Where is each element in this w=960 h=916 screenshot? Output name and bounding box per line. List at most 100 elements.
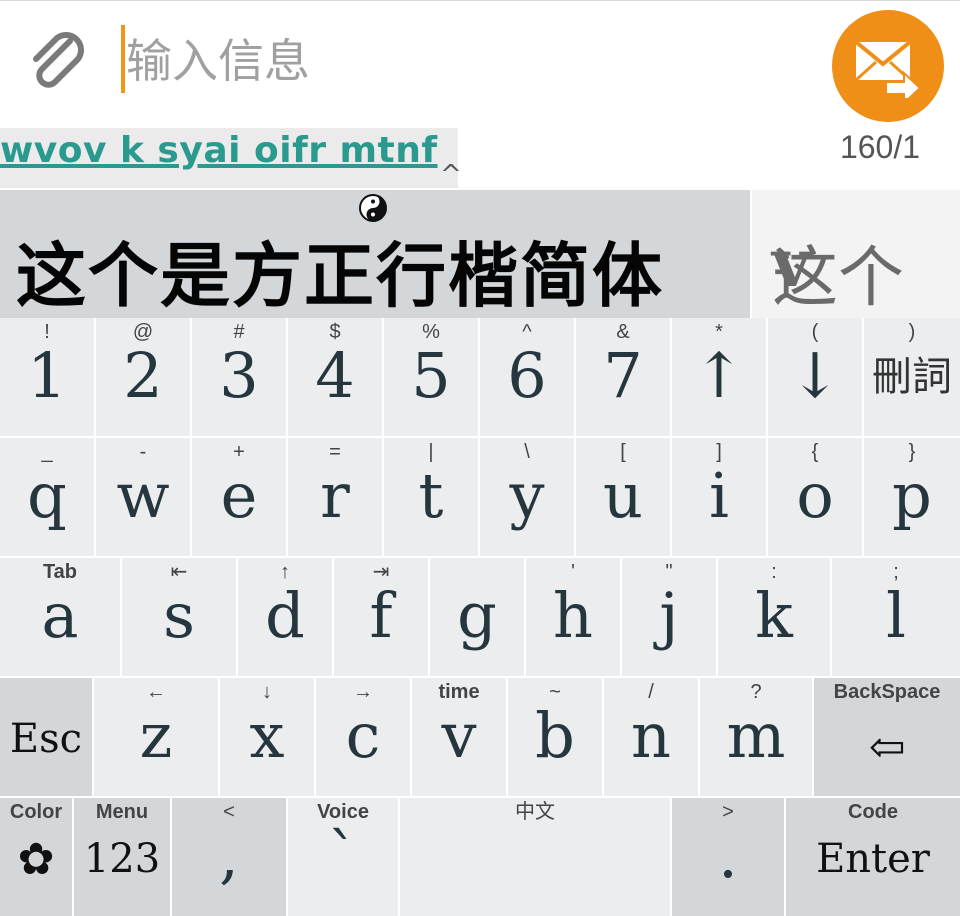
key-label: 123 — [83, 836, 161, 882]
key-e[interactable]: + e — [192, 438, 286, 556]
key-label: 2 — [123, 339, 163, 412]
key-label: ↑ — [693, 339, 745, 412]
key-label: p — [892, 459, 932, 532]
char-counter: 160/1 — [839, 129, 921, 165]
key-alt-label: Color — [9, 801, 63, 823]
key-alt-label: BackSpace — [833, 681, 941, 703]
backspace-arrow-icon: ⇦ — [868, 722, 906, 773]
key-delete-word[interactable]: ) 刪詞 — [864, 318, 960, 436]
key-s[interactable]: ⇤ s — [122, 558, 236, 676]
key-h[interactable]: ' h — [526, 558, 620, 676]
key-4[interactable]: $4 — [288, 318, 382, 436]
key-comma[interactable]: <, — [172, 798, 286, 916]
key-label: b — [535, 699, 575, 772]
key-3[interactable]: #3 — [192, 318, 286, 436]
key-r[interactable]: = r — [288, 438, 382, 556]
key-label: 1 — [27, 339, 67, 412]
key-label: z — [139, 699, 173, 772]
key-label: d — [265, 579, 305, 652]
key-f[interactable]: ⇥ f — [334, 558, 428, 676]
key-label: k — [755, 579, 793, 652]
key-label: 5 — [411, 339, 451, 412]
key-label: j — [659, 579, 679, 652]
key-label: r — [320, 459, 350, 532]
keyboard: ! 1 @2 #3 $4% 5 ^ 6 & 7 * ↑(↓) 刪詞 _ q - w + e = r | t \ y[u] i{o}… — [0, 318, 960, 916]
key-label: ↓ — [789, 339, 841, 412]
key-7[interactable]: & 7 — [576, 318, 670, 436]
key-g[interactable]: g — [430, 558, 524, 676]
key-label: 7 — [603, 339, 643, 412]
key-color[interactable]: Color ✿ — [0, 798, 72, 916]
key-a[interactable]: Tab a — [0, 558, 120, 676]
key-o[interactable]: {o — [768, 438, 862, 556]
key-space-chinese[interactable]: 中文 — [400, 798, 670, 916]
key-label: Enter — [816, 836, 930, 882]
key-w[interactable]: -w — [96, 438, 190, 556]
key-label: 4 — [315, 339, 355, 412]
key-d[interactable]: ↑ d — [238, 558, 332, 676]
key-z[interactable]: ← z — [94, 678, 218, 796]
expand-candidates-icon[interactable]: v — [772, 224, 956, 302]
key-label: v — [441, 699, 477, 772]
key-q[interactable]: _ q — [0, 438, 94, 556]
key-j[interactable]: " j — [622, 558, 716, 676]
key-i[interactable]: ] i — [672, 438, 766, 556]
key-down-arrow[interactable]: (↓ — [768, 318, 862, 436]
caret-mark: ^ — [440, 160, 462, 190]
send-button[interactable] — [832, 10, 944, 122]
key-label: u — [603, 459, 643, 532]
key-2[interactable]: @2 — [96, 318, 190, 436]
key-v[interactable]: time v — [412, 678, 506, 796]
key-label: y — [509, 459, 545, 532]
key-up-arrow[interactable]: * ↑ — [672, 318, 766, 436]
key-period[interactable]: >. — [672, 798, 784, 916]
key-label: w — [116, 459, 170, 532]
key-label: t — [418, 459, 444, 532]
key-label: f — [369, 579, 393, 652]
compose-bar: 160/1 — [0, 0, 960, 165]
key-k[interactable]: :k — [718, 558, 830, 676]
key-l[interactable]: ; l — [832, 558, 960, 676]
candidate-secondary[interactable]: 这个 v — [752, 190, 960, 318]
key-esc[interactable]: Esc — [0, 678, 92, 796]
key-label: i — [709, 459, 729, 532]
key-alt-label: Code — [848, 801, 898, 823]
composing-text: wvov k syai oifr mtnf — [0, 130, 438, 171]
key-alt-label: Menu — [95, 801, 149, 823]
key-u[interactable]: [u — [576, 438, 670, 556]
key-x[interactable]: ↓ x — [220, 678, 314, 796]
key-6[interactable]: ^ 6 — [480, 318, 574, 436]
key-5[interactable]: % 5 — [384, 318, 478, 436]
key-label: ` — [327, 819, 359, 892]
send-mail-icon — [854, 40, 922, 98]
key-alt-label: 中文 — [515, 801, 555, 823]
message-input[interactable] — [126, 31, 766, 91]
key-n[interactable]: / n — [604, 678, 698, 796]
key-label: 6 — [507, 339, 547, 412]
candidate-primary[interactable]: 这个是方正行楷简体 — [0, 190, 750, 318]
key-label: x — [249, 699, 285, 772]
candidate-bar: 这个是方正行楷简体 这个 v — [0, 190, 960, 318]
key-label: m — [726, 699, 786, 772]
key-1[interactable]: ! 1 — [0, 318, 94, 436]
key-label: s — [163, 579, 195, 652]
key-backspace[interactable]: BackSpace ⇦ — [814, 678, 960, 796]
key-m[interactable]: ? m — [700, 678, 812, 796]
key-y[interactable]: \ y — [480, 438, 574, 556]
key-enter[interactable]: Code Enter — [786, 798, 960, 916]
composing-strip: wvov k syai oifr mtnf — [0, 128, 458, 188]
key-menu-123[interactable]: Menu 123 — [74, 798, 170, 916]
text-cursor — [121, 25, 125, 93]
key-label: 3 — [219, 339, 259, 412]
key-t[interactable]: | t — [384, 438, 478, 556]
flower-icon: ✿ — [17, 834, 55, 885]
key-label: , — [219, 819, 239, 892]
yin-yang-icon — [359, 194, 387, 222]
key-voice[interactable]: Voice ` — [288, 798, 398, 916]
key-b[interactable]: ~ b — [508, 678, 602, 796]
key-alt-label: ) — [908, 321, 916, 343]
paperclip-icon[interactable] — [26, 29, 92, 95]
key-p[interactable]: } p — [864, 438, 960, 556]
key-c[interactable]: → c — [316, 678, 410, 796]
candidate-primary-text: 这个是方正行楷简体 — [16, 234, 664, 317]
